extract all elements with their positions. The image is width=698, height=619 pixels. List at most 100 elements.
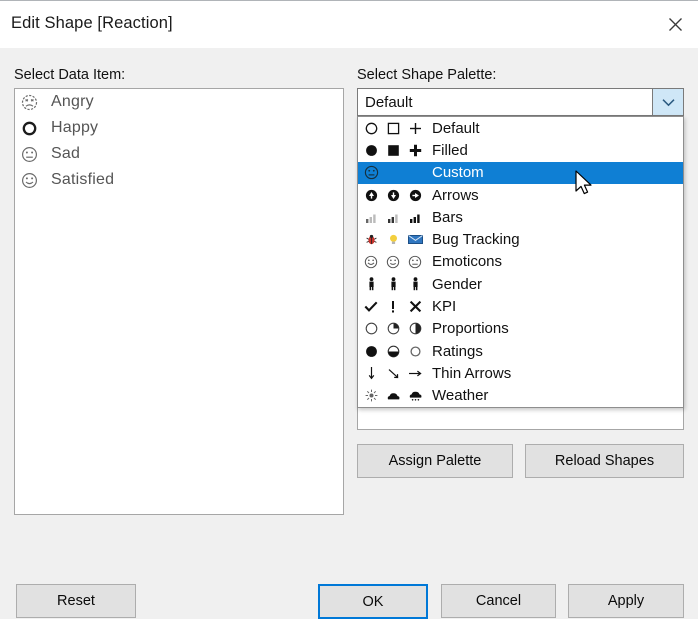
dropdown-option-ratings[interactable]: Ratings	[358, 340, 683, 362]
list-item-label: Sad	[51, 145, 81, 162]
dropdown-option-bars[interactable]: Bars	[358, 206, 683, 228]
arrow-down-thin-icon	[362, 366, 380, 380]
assign-palette-button[interactable]: Assign Palette	[357, 444, 513, 478]
smiley-face-icon	[384, 255, 402, 269]
reset-button[interactable]: Reset	[16, 584, 136, 618]
apply-button[interactable]: Apply	[568, 584, 684, 618]
exclamation-icon	[384, 300, 402, 313]
plus-outline-icon	[406, 122, 424, 135]
plus-filled-icon	[406, 144, 424, 157]
option-icons	[362, 165, 426, 180]
list-item-label: Satisfied	[51, 171, 115, 188]
dropdown-option-kpi[interactable]: KPI	[358, 295, 683, 317]
select-data-item-label: Select Data Item:	[14, 67, 126, 83]
dropdown-option-thin-arrows[interactable]: Thin Arrows	[358, 362, 683, 384]
title-bar: Edit Shape [Reaction]	[0, 0, 698, 49]
dropdown-option-label: Weather	[432, 387, 489, 405]
person-icon	[362, 277, 380, 291]
circle-quarter-icon	[384, 322, 402, 335]
circle-hollow-icon	[406, 345, 424, 358]
shape-palette-combobox[interactable]: Default	[357, 88, 684, 116]
option-icons	[362, 189, 426, 202]
list-item[interactable]: Happy	[15, 115, 343, 141]
dropdown-option-label: Thin Arrows	[432, 364, 512, 382]
square-filled-icon	[384, 144, 402, 157]
dropdown-option-label: Bug Tracking	[432, 231, 520, 249]
cross-icon	[406, 300, 424, 313]
dropdown-option-label: Default	[432, 119, 480, 137]
dropdown-option-emoticons[interactable]: Emoticons	[358, 251, 683, 273]
dropdown-option-label: Custom	[432, 164, 484, 182]
option-icons	[362, 255, 426, 269]
dropdown-option-label: Bars	[432, 208, 463, 226]
select-shape-palette-label: Select Shape Palette:	[357, 67, 497, 83]
dropdown-option-label: Ratings	[432, 342, 483, 360]
option-icons	[362, 277, 426, 291]
option-icons	[362, 322, 426, 335]
rain-cloud-icon	[406, 390, 424, 402]
dropdown-option-proportions[interactable]: Proportions	[358, 318, 683, 340]
arrow-right-thin-icon	[406, 368, 424, 379]
list-item-label: Happy	[51, 119, 99, 136]
dropdown-option-label: KPI	[432, 298, 457, 316]
arrow-right-circle-icon	[406, 189, 424, 202]
option-icons	[362, 345, 426, 358]
ok-button[interactable]: OK	[318, 584, 428, 619]
bars-high-icon	[406, 211, 424, 224]
dropdown-option-bug-tracking[interactable]: Bug Tracking	[358, 228, 683, 250]
cancel-button[interactable]: Cancel	[441, 584, 556, 618]
shape-palette-value: Default	[365, 93, 413, 111]
dropdown-option-default[interactable]: Default	[358, 117, 683, 139]
dropdown-option-label: Proportions	[432, 320, 509, 338]
envelope-icon	[406, 234, 424, 245]
circle-empty-icon	[362, 322, 380, 335]
chevron-down-icon[interactable]	[652, 89, 683, 115]
arrow-up-circle-icon	[362, 189, 380, 202]
reload-shapes-button[interactable]: Reload Shapes	[525, 444, 684, 478]
data-item-listbox[interactable]: Angry Happy Sad Satisfied	[14, 88, 344, 515]
list-item[interactable]: Sad	[15, 141, 343, 167]
list-item[interactable]: Satisfied	[15, 167, 343, 193]
list-item[interactable]: Angry	[15, 89, 343, 115]
dropdown-option-weather[interactable]: Weather	[358, 385, 683, 407]
person-icon	[384, 277, 402, 291]
close-button[interactable]	[652, 1, 698, 48]
dropdown-option-arrows[interactable]: Arrows	[358, 184, 683, 206]
option-icons	[362, 300, 426, 313]
dropdown-option-label: Gender	[432, 275, 483, 293]
dropdown-option-filled[interactable]: Filled	[358, 139, 683, 161]
sun-icon	[362, 389, 380, 402]
smiley-face-icon	[21, 172, 47, 189]
dropdown-option-gender[interactable]: Gender	[358, 273, 683, 295]
list-item-label: Angry	[51, 93, 94, 110]
lightbulb-icon	[384, 233, 402, 246]
close-icon	[668, 17, 683, 32]
dialog-body: Select Data Item: Angry Happy Sad Satisf…	[0, 48, 698, 619]
shape-palette-dropdown[interactable]: Default Filled Custom Arrows Bars Bug Tr…	[357, 116, 684, 408]
option-icons	[362, 366, 426, 380]
neutral-face-icon	[406, 255, 424, 269]
dropdown-option-custom[interactable]: Custom	[358, 161, 683, 184]
option-icons	[362, 144, 426, 157]
option-icons	[362, 389, 426, 402]
person-icon	[406, 277, 424, 291]
smiley-face-icon	[362, 255, 380, 269]
window-title: Edit Shape [Reaction]	[11, 14, 173, 32]
neutral-face-icon	[362, 165, 380, 180]
circle-half-bottom-icon	[384, 345, 402, 358]
bars-mid-icon	[384, 211, 402, 224]
circle-full-icon	[362, 345, 380, 358]
circle-outline-icon	[362, 122, 380, 135]
circle-half-icon	[406, 322, 424, 335]
bars-low-icon	[362, 211, 380, 224]
arrow-diag-thin-icon	[384, 367, 402, 380]
bug-icon	[362, 233, 380, 246]
dropdown-option-label: Arrows	[432, 186, 479, 204]
neutral-face-icon	[21, 146, 47, 163]
option-icons	[362, 233, 426, 246]
option-icons	[362, 122, 426, 135]
option-icons	[362, 211, 426, 224]
dropdown-option-label: Emoticons	[432, 253, 503, 271]
check-icon	[362, 300, 380, 313]
circle-filled-icon	[362, 144, 380, 157]
